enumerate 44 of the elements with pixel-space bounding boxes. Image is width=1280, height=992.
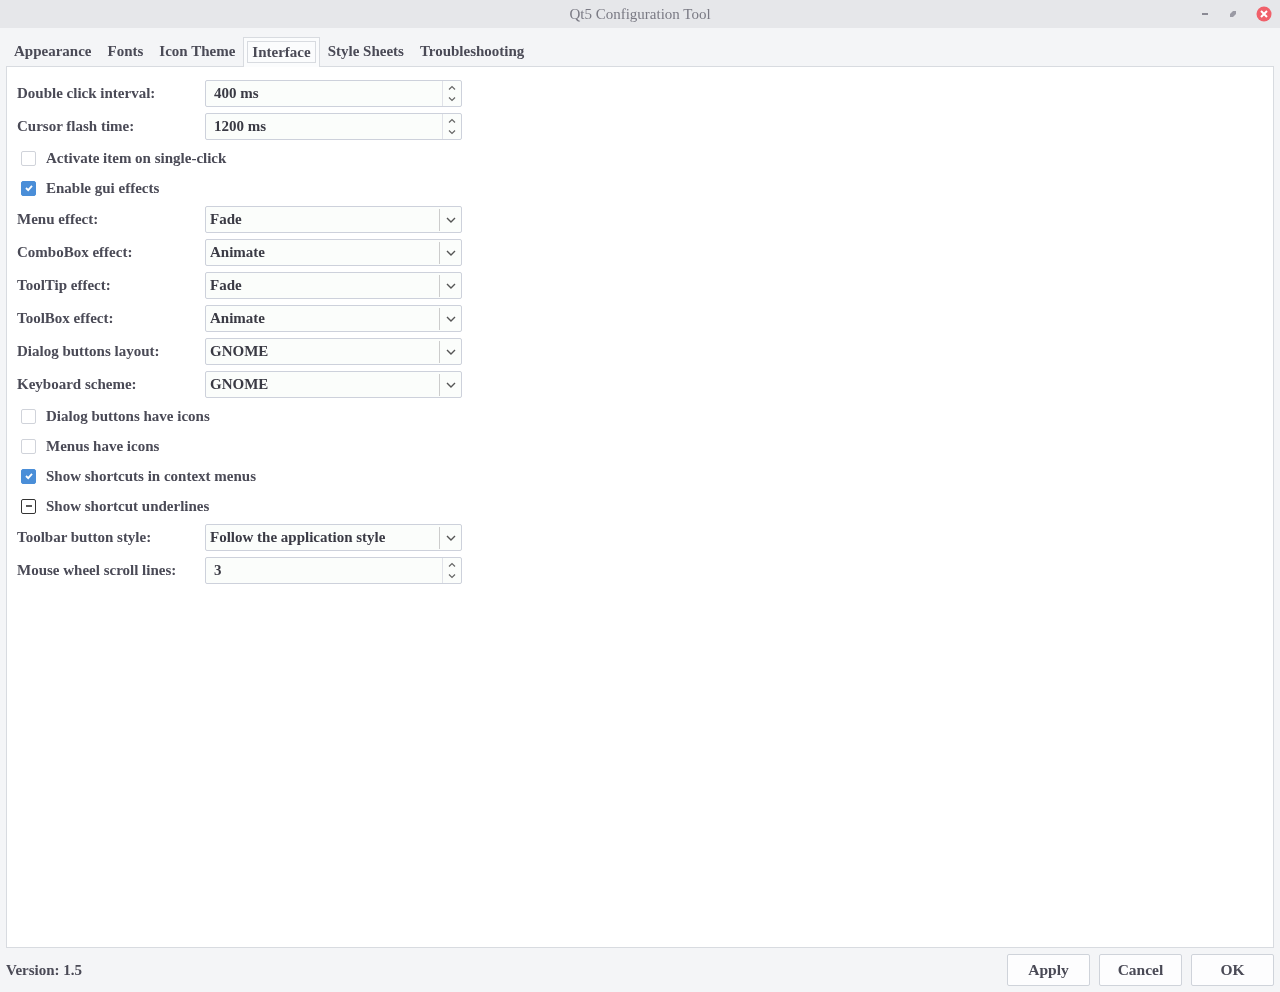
checkbox-label: Enable gui effects	[46, 179, 160, 197]
checkbox[interactable]	[21, 180, 36, 196]
checkbox[interactable]	[21, 468, 36, 484]
setting-label: Double click interval:	[17, 85, 157, 102]
dropdown[interactable]: GNOME	[205, 371, 462, 398]
setting-label: ComboBox effect:	[17, 244, 134, 261]
checkbox-label: Menus have icons	[46, 437, 160, 455]
setting-label: Dialog buttons layout:	[17, 343, 161, 360]
setting-label: Keyboard scheme:	[17, 376, 138, 393]
maximize-icon[interactable]	[1228, 9, 1238, 19]
dialog-button[interactable]: Cancel	[1099, 954, 1182, 986]
dropdown[interactable]: Animate	[205, 305, 462, 332]
setting-label: Menu effect:	[17, 211, 100, 228]
checkbox-label: Activate item on single-click	[46, 149, 227, 167]
setting-label: Cursor flash time:	[17, 118, 136, 135]
dropdown[interactable]: Animate	[205, 239, 462, 266]
close-icon[interactable]	[1256, 6, 1272, 22]
tab[interactable]: Appearance	[6, 36, 100, 66]
dropdown[interactable]: Fade	[205, 206, 462, 233]
checkmark-icon	[23, 183, 34, 193]
setting-label: ToolBox effect:	[17, 310, 115, 327]
checkbox-label: Show shortcuts in context menus	[46, 467, 256, 485]
dialog-button[interactable]: OK	[1191, 954, 1274, 986]
checkbox-label: Show shortcut underlines	[46, 497, 210, 515]
setting-label: ToolTip effect:	[17, 277, 112, 294]
dropdown[interactable]: Fade	[205, 272, 462, 299]
tab[interactable]: Fonts	[99, 36, 152, 66]
dropdown[interactable]: Follow the application style	[205, 524, 462, 551]
setting-label: Toolbar button style:	[17, 529, 153, 546]
window-title: Qt5 Configuration Tool	[569, 5, 711, 23]
setting-label: Mouse wheel scroll lines:	[17, 562, 178, 579]
tab[interactable]: Style Sheets	[319, 36, 412, 66]
checkbox-label: Dialog buttons have icons	[46, 407, 210, 425]
version-label: Version: 1.5	[6, 961, 83, 979]
spin-box[interactable]: 1200 ms	[205, 113, 462, 140]
spin-box[interactable]: 3	[205, 557, 462, 584]
dropdown[interactable]: GNOME	[205, 338, 462, 365]
dialog-button[interactable]: Apply	[1007, 954, 1090, 986]
spin-box[interactable]: 400 ms	[205, 80, 462, 107]
tab[interactable]: Interface	[243, 37, 320, 67]
checkmark-icon	[23, 471, 34, 481]
tab[interactable]: Icon Theme	[151, 36, 244, 66]
tab[interactable]: Troubleshooting	[411, 36, 533, 66]
checkbox[interactable]	[21, 498, 36, 514]
